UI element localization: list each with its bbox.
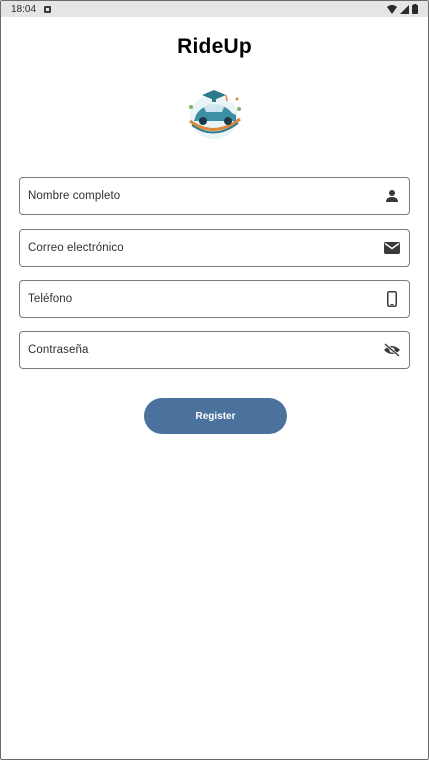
full-name-field[interactable]: Nombre completo (19, 177, 410, 215)
car-logo-image (189, 90, 241, 139)
phone-icon (383, 290, 401, 308)
status-time: 18:04 (11, 3, 37, 15)
password-label: Contraseña (28, 344, 89, 356)
app-screen: 18:04 RideUp Nombre completo Correo elec… (0, 0, 429, 760)
full-name-label: Nombre completo (28, 190, 121, 202)
email-label: Correo electrónico (28, 242, 124, 254)
person-icon (383, 187, 401, 205)
wifi-icon (387, 4, 397, 14)
phone-field[interactable]: Teléfono (19, 280, 410, 318)
email-icon (383, 239, 401, 257)
phone-label: Teléfono (28, 293, 73, 305)
signal-icon (400, 4, 409, 14)
password-field[interactable]: Contraseña (19, 331, 410, 369)
battery-icon (412, 4, 418, 14)
visibility-off-icon[interactable] (383, 341, 401, 359)
email-field[interactable]: Correo electrónico (19, 229, 410, 267)
notification-icon (44, 5, 52, 13)
register-button[interactable]: Register (144, 398, 287, 434)
app-title: RideUp (177, 35, 252, 58)
status-bar: 18:04 (1, 1, 428, 17)
